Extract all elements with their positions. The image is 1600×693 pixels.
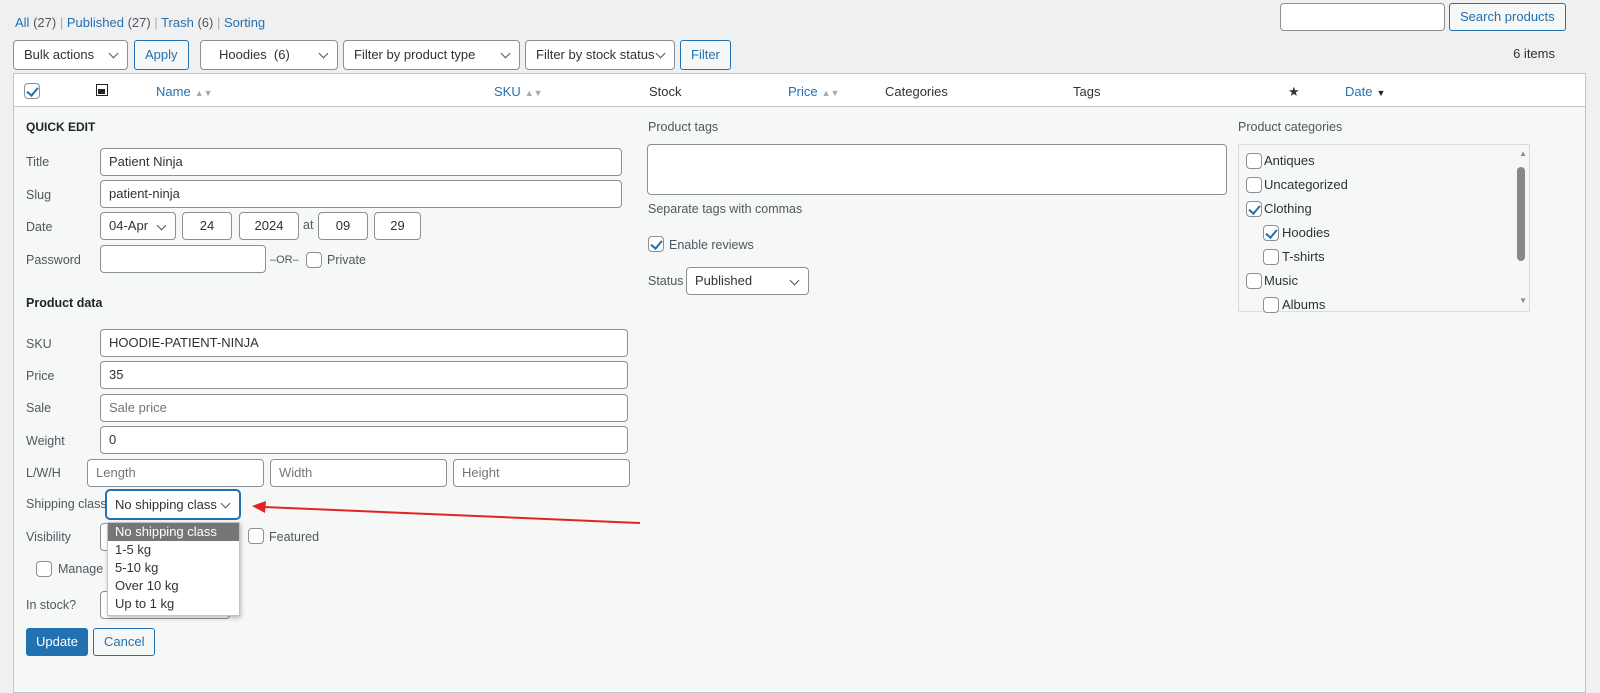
column-date[interactable]: Date ▼ [1345, 84, 1385, 99]
product-categories-label: Product categories [1238, 120, 1343, 134]
manage-stock-label: Manage s [58, 562, 113, 576]
category-label: Uncategorized [1264, 177, 1348, 192]
shipping-option[interactable]: Up to 1 kg [108, 595, 239, 613]
featured-label: Featured [269, 530, 320, 544]
category-label: Music [1264, 273, 1298, 288]
tags-help: Separate tags with commas [648, 202, 803, 216]
view-filters: All (27) | Published (27) | Trash (6) | … [15, 15, 266, 30]
product-type-select[interactable]: Filter by product type [343, 40, 520, 70]
update-button[interactable]: Update [26, 628, 88, 656]
private-checkbox[interactable] [306, 252, 322, 268]
price-input[interactable]: 35 [100, 361, 628, 389]
category-label: T-shirts [1282, 249, 1325, 264]
sku-label: SKU [26, 337, 52, 351]
view-sorting[interactable]: Sorting [224, 15, 265, 30]
column-categories: Categories [885, 84, 948, 99]
select-all-checkbox[interactable] [24, 83, 40, 99]
column-stock: Stock [649, 84, 682, 99]
password-label: Password [26, 253, 81, 267]
column-price[interactable]: Price ▲▼ [788, 84, 839, 99]
shipping-option[interactable]: 5-10 kg [108, 559, 239, 577]
weight-label: Weight [26, 434, 65, 448]
category-checkbox-hoodies[interactable] [1263, 225, 1279, 241]
date-label: Date [26, 220, 53, 234]
sale-price-input[interactable]: Sale price [100, 394, 628, 422]
shipping-option[interactable]: No shipping class [108, 523, 239, 541]
cancel-button[interactable]: Cancel [93, 628, 156, 656]
view-all[interactable]: All (27) [15, 15, 56, 30]
category-checkbox-clothing[interactable] [1246, 201, 1262, 217]
width-input[interactable]: Width [270, 459, 447, 487]
title-label: Title [26, 155, 50, 169]
search-input[interactable] [1280, 3, 1445, 31]
shipping-class-select[interactable]: No shipping class [106, 490, 240, 519]
at-label: at [303, 218, 314, 232]
length-input[interactable]: Length [87, 459, 264, 487]
enable-reviews-label: Enable reviews [669, 238, 754, 252]
column-sku[interactable]: SKU ▲▼ [494, 84, 543, 99]
day-input[interactable]: 24 [182, 212, 232, 240]
filter-button[interactable]: Filter [680, 40, 731, 70]
scroll-down-icon[interactable]: ▼ [1519, 296, 1527, 305]
category-checkbox-tshirts[interactable] [1263, 249, 1279, 265]
sale-label: Sale [26, 401, 52, 415]
stock-status-select[interactable]: Filter by stock status [525, 40, 675, 70]
shipping-class-dropdown: No shipping class 1-5 kg 5-10 kg Over 10… [107, 522, 240, 616]
password-input[interactable] [100, 245, 266, 273]
shipping-class-label: Shipping class [26, 497, 107, 511]
bulk-actions-select[interactable]: Bulk actions [13, 40, 128, 70]
product-tags-label: Product tags [648, 120, 719, 134]
weight-input[interactable]: 0 [100, 426, 628, 454]
month-select[interactable]: 04-Apr [100, 212, 176, 240]
shipping-option[interactable]: Over 10 kg [108, 577, 239, 595]
column-name[interactable]: Name ▲▼ [156, 84, 213, 99]
category-label: Clothing [1264, 201, 1312, 216]
title-input[interactable]: Patient Ninja [100, 148, 622, 176]
view-published[interactable]: Published (27) [67, 15, 151, 30]
in-stock-label: In stock? [26, 598, 77, 612]
category-label: Albums [1282, 297, 1326, 311]
price-label: Price [26, 369, 55, 383]
column-tags: Tags [1073, 84, 1101, 99]
slug-input[interactable]: patient-ninja [100, 180, 622, 208]
search-products-button[interactable]: Search products [1449, 3, 1566, 31]
year-input[interactable]: 2024 [239, 212, 299, 240]
height-input[interactable]: Height [453, 459, 630, 487]
visibility-label: Visibility [26, 530, 71, 544]
category-checkbox-albums[interactable] [1263, 297, 1279, 313]
status-label: Status [648, 274, 684, 288]
quick-edit-heading: QUICK EDIT [26, 120, 96, 134]
featured-star-icon[interactable]: ★ [1288, 84, 1300, 100]
shipping-option[interactable]: 1-5 kg [108, 541, 239, 559]
enable-reviews-checkbox[interactable] [648, 236, 664, 252]
view-trash[interactable]: Trash (6) [161, 15, 213, 30]
product-data-heading: Product data [26, 296, 103, 310]
image-icon [96, 84, 108, 96]
category-checkbox-music[interactable] [1246, 273, 1262, 289]
category-checkbox-uncategorized[interactable] [1246, 177, 1262, 193]
category-filter-select[interactable]: Hoodies (6) [200, 40, 338, 70]
minute-input[interactable]: 29 [374, 212, 421, 240]
manage-stock-checkbox[interactable] [36, 561, 52, 577]
featured-checkbox[interactable] [248, 528, 264, 544]
scroll-up-icon[interactable]: ▲ [1519, 149, 1527, 158]
scrollbar[interactable] [1517, 167, 1525, 261]
lwh-label: L/W/H [26, 466, 61, 480]
category-label: Hoodies [1282, 225, 1330, 240]
status-select[interactable]: Published [686, 267, 809, 295]
apply-button[interactable]: Apply [134, 40, 189, 70]
product-tags-textarea[interactable] [647, 144, 1227, 195]
category-checkbox-antiques[interactable] [1246, 153, 1262, 169]
items-count: 6 items [1513, 46, 1555, 61]
sku-input[interactable]: HOODIE-PATIENT-NINJA [100, 329, 628, 357]
red-arrow-annotation [252, 501, 641, 524]
private-label: Private [327, 253, 366, 267]
or-label: –OR– [270, 254, 299, 266]
category-label: Antiques [1264, 153, 1315, 168]
hour-input[interactable]: 09 [318, 212, 368, 240]
slug-label: Slug [26, 188, 52, 202]
